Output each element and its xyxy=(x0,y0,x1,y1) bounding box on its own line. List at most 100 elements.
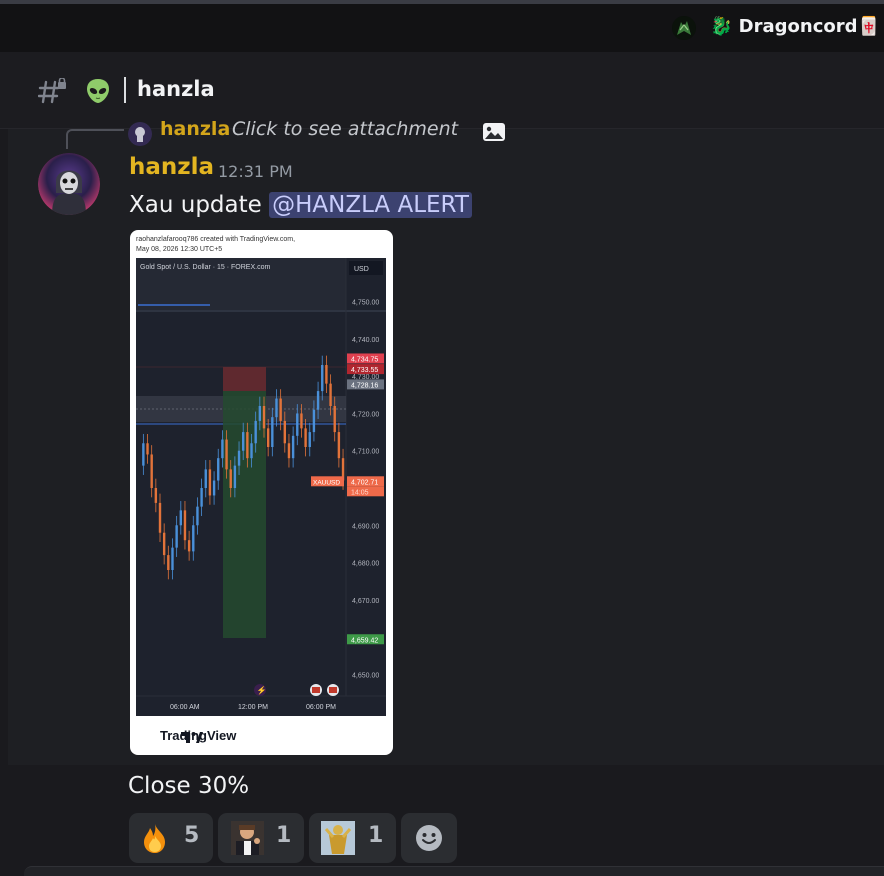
candle-body xyxy=(229,469,232,488)
price-axis-label: 4,680.00 xyxy=(352,561,379,568)
candle-body xyxy=(204,469,207,488)
symbol-title: Gold Spot / U.S. Dollar · 15 · FOREX.com xyxy=(140,264,270,271)
image-icon xyxy=(482,122,506,142)
candle-body xyxy=(175,525,178,548)
server-dragon-icon[interactable] xyxy=(672,16,696,40)
candle-body xyxy=(171,547,174,570)
price-axis-label: 4,720.00 xyxy=(352,411,379,418)
smiley-add-reaction-icon xyxy=(416,825,442,851)
candle-body xyxy=(162,532,166,556)
candle-body xyxy=(312,409,316,433)
candle-body xyxy=(179,510,182,526)
candle-body xyxy=(304,428,307,447)
golden-figure-emoji-icon xyxy=(321,821,355,855)
candle-body xyxy=(242,432,245,451)
candle-body xyxy=(221,439,224,459)
candle-body xyxy=(212,480,216,496)
countdown-label: 14:05 xyxy=(351,489,369,496)
candle-body xyxy=(187,540,191,552)
role-mention[interactable]: @HANZLA ALERT xyxy=(269,192,472,218)
price-tag-label: 4,659.42 xyxy=(351,637,378,644)
candle-body xyxy=(217,458,220,481)
alien-emoji-icon xyxy=(86,78,110,104)
candle-body xyxy=(283,420,286,444)
tradingview-brand: TradingView xyxy=(160,728,237,743)
server-name[interactable]: 🐉 Dragoncord🀄 xyxy=(710,16,880,37)
candle-body xyxy=(271,417,274,447)
add-reaction-button[interactable] xyxy=(401,813,457,863)
candle-body xyxy=(308,432,311,447)
reaction-count: 5 xyxy=(184,823,200,848)
reply-username[interactable]: hanzla xyxy=(160,118,230,140)
candle-body xyxy=(154,488,158,503)
price-tag-label: 4,702.71 xyxy=(351,479,378,486)
price-axis-label: 4,710.00 xyxy=(352,449,379,456)
message-username[interactable]: hanzla xyxy=(129,154,214,180)
price-axis-label: 4,750.00 xyxy=(352,300,379,307)
candle-body xyxy=(142,443,145,466)
us-flag-event-icon xyxy=(312,687,320,693)
tradingview-chart: Gold Spot / U.S. Dollar · 15 · FOREX.com… xyxy=(136,258,386,716)
candle-body xyxy=(300,413,303,429)
candle-body xyxy=(266,428,270,447)
candle-body xyxy=(146,443,149,455)
reply-avatar[interactable] xyxy=(128,122,152,146)
us-flag-event-icon xyxy=(329,687,337,693)
message-timestamp[interactable]: 12:31 PM xyxy=(218,162,293,181)
candle-body xyxy=(254,420,257,444)
candle-body xyxy=(150,454,153,488)
candle-body xyxy=(316,391,320,410)
price-axis-label: 4,690.00 xyxy=(352,523,379,530)
fire-emoji-icon xyxy=(144,824,165,853)
locked-text-channel-icon xyxy=(37,77,68,106)
candle-body xyxy=(258,406,262,421)
candle-body xyxy=(329,383,332,406)
candle-body xyxy=(167,555,170,570)
message-body: Xau update xyxy=(129,192,270,218)
price-axis-label: 4,740.00 xyxy=(352,337,379,344)
candle-body xyxy=(225,439,228,470)
candle-body xyxy=(291,435,295,459)
message-text: Xau update @HANZLA ALERT xyxy=(129,192,472,218)
candle-body xyxy=(196,506,199,526)
reaction-count: 1 xyxy=(276,823,292,848)
candle-body xyxy=(250,443,253,459)
currency-label: USD xyxy=(354,266,369,273)
reply-preview-text[interactable]: Click to see attachment xyxy=(232,118,458,140)
reply-connector xyxy=(66,129,124,149)
time-axis-label: 06:00 PM xyxy=(306,704,336,711)
price-tag-label: 4,734.75 xyxy=(351,356,378,363)
reaction-fire[interactable]: 5 xyxy=(129,813,213,863)
candle-body xyxy=(192,525,195,552)
candle-body xyxy=(183,510,187,541)
stop-loss-zone xyxy=(223,367,266,391)
candle-body xyxy=(275,398,278,418)
price-tag-label: 4,733.55 xyxy=(351,367,378,374)
lightning-event-icon: ⚡ xyxy=(257,685,267,695)
caption-line-2: May 08, 2026 12:30 UTC+5 xyxy=(136,246,223,253)
caption-line-1: raohanzlafarooq786 created with TradingV… xyxy=(136,236,296,243)
candle-body xyxy=(208,469,212,496)
candle-body xyxy=(325,365,328,384)
candle-body xyxy=(321,365,324,392)
price-axis-label: 4,650.00 xyxy=(352,672,379,679)
candle-body xyxy=(287,443,291,459)
time-axis-label: 06:00 AM xyxy=(170,704,200,711)
symbol-tag-label: XAUUSD xyxy=(313,479,340,486)
reaction-meme[interactable]: 1 xyxy=(218,813,304,863)
candle-body xyxy=(296,413,299,436)
man-pointing-meme-icon xyxy=(231,821,264,855)
image-attachment[interactable]: raohanzlafarooq786 created with TradingV… xyxy=(130,230,393,755)
avatar[interactable] xyxy=(38,153,100,215)
followup-message: Close 30% xyxy=(128,773,250,799)
reaction-golden[interactable]: 1 xyxy=(309,813,396,863)
header-divider xyxy=(124,77,126,103)
candle-body xyxy=(158,502,162,533)
channel-name: hanzla xyxy=(137,77,215,101)
time-axis-label: 12:00 PM xyxy=(238,704,268,711)
candle-body xyxy=(246,432,249,459)
price-tag-label: 4,728.16 xyxy=(351,382,378,389)
candle-body xyxy=(237,450,241,466)
candle-body xyxy=(279,398,282,421)
candle-body xyxy=(337,432,341,459)
